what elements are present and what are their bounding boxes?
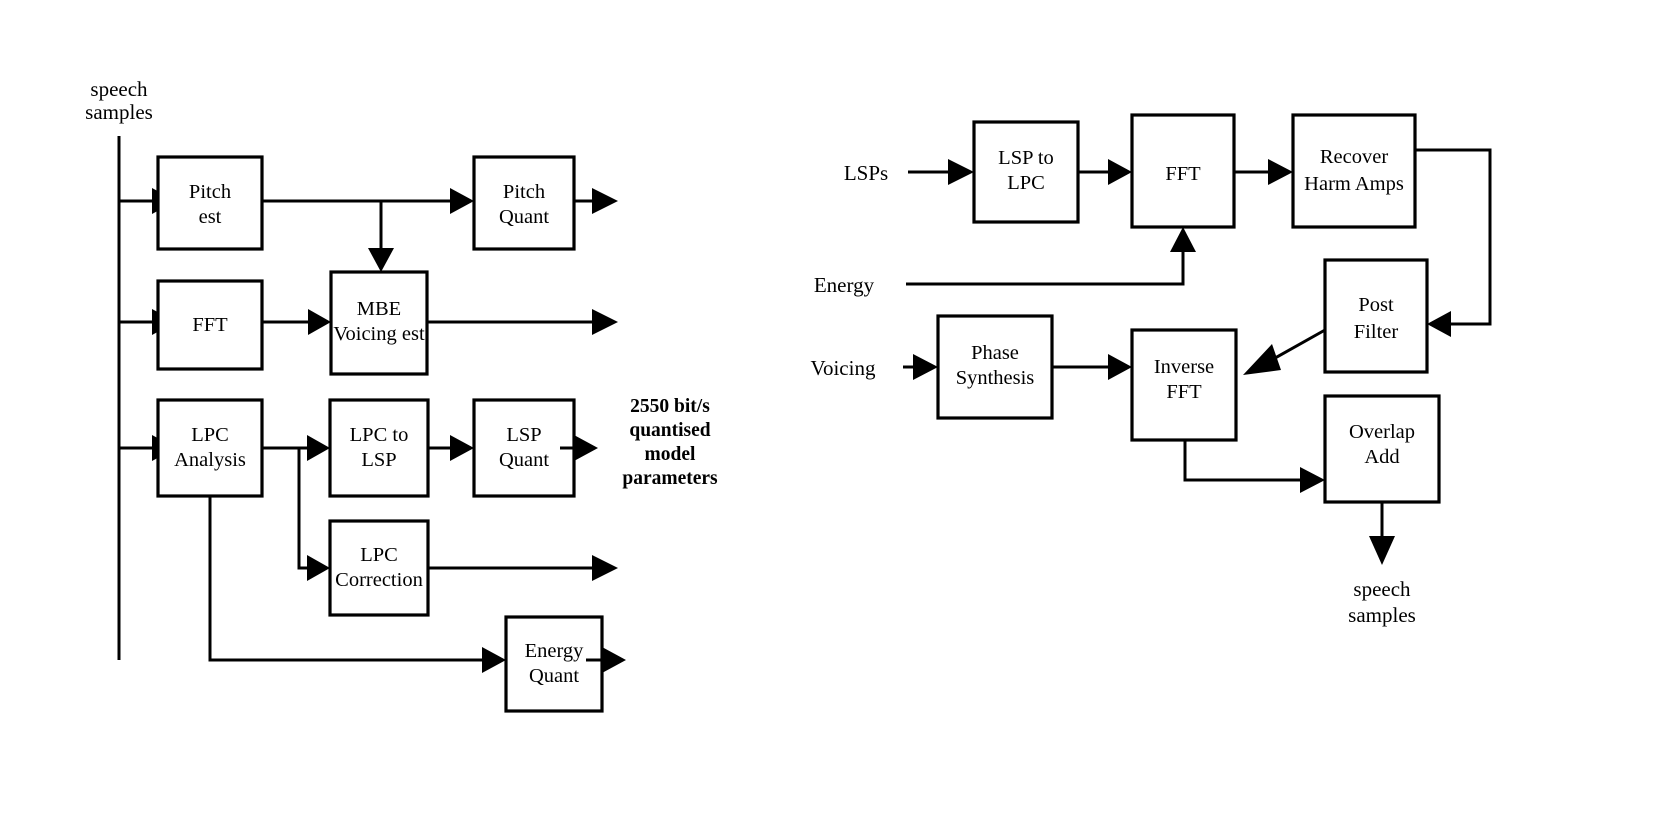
block-lpc-correction-rect (328, 519, 430, 617)
bitstream-output-label: 2550 bit/s quantised model parameters (622, 396, 718, 489)
block-lsp-to-lpc-line2: LPC (1007, 172, 1045, 194)
block-lsp-quant[interactable]: LSP Quant (472, 398, 576, 498)
block-mbe-line2: Voicing est (333, 323, 425, 345)
block-lpc-correction-line1: LPC (360, 544, 398, 566)
arrowhead-pitchest-pitchquant (450, 188, 474, 214)
arrowhead-lspquant-out (574, 435, 598, 461)
block-lsp-quant-line1: LSP (506, 424, 541, 446)
block-fft[interactable]: FFT (156, 279, 264, 371)
block-inverse-fft[interactable]: Inverse FFT (1130, 328, 1238, 442)
block-energy-quant-line1: Energy (525, 640, 585, 662)
lsps-input-label: LSPs (844, 161, 888, 185)
block-energy-quant-rect (504, 615, 604, 713)
speech-output-line1: speech (1353, 577, 1411, 601)
block-inverse-fft-line2: FFT (1166, 381, 1202, 403)
arrowhead-lpcanalysis-lpctolsp (307, 435, 330, 461)
arrowhead-lsps-lsptolpc (948, 159, 974, 185)
block-inverse-fft-line1: Inverse (1154, 356, 1214, 378)
arrowhead-postfilter-inversefft (1243, 344, 1281, 375)
block-recover-harm-amps[interactable]: Recover Harm Amps (1291, 113, 1417, 229)
block-overlap-add[interactable]: Overlap Add (1323, 394, 1441, 504)
diagram-canvas: speech samples Pitch est Pitch Quant FFT… (0, 0, 1667, 833)
block-recover-harm-amps-rect (1291, 113, 1417, 229)
block-recover-harm-line2: Harm Amps (1304, 173, 1404, 195)
block-fft-decoder-line1: FFT (1165, 163, 1201, 185)
block-post-filter-line1: Post (1358, 294, 1394, 316)
arrowhead-fft-recoverharm (1268, 159, 1293, 185)
block-fft-decoder[interactable]: FFT (1130, 113, 1236, 229)
block-lsp-quant-line2: Quant (499, 449, 549, 471)
encoder-diagram: speech samples Pitch est Pitch Quant FFT… (85, 77, 718, 713)
block-pitch-est-rect (156, 155, 264, 251)
arrowhead-pitchest-mbe (368, 248, 394, 272)
energy-input-label: Energy (814, 273, 875, 297)
arrowhead-fft-mbe (308, 309, 331, 335)
arrowhead-energyquant-out (602, 647, 626, 673)
block-mbe-voicing-est[interactable]: MBE Voicing est (329, 270, 429, 376)
block-overlap-add-line1: Overlap (1349, 421, 1415, 443)
block-pitch-quant-line1: Pitch (503, 181, 545, 203)
block-diagram-svg: speech samples Pitch est Pitch Quant FFT… (85, 77, 1492, 713)
block-post-filter-rect (1323, 258, 1429, 374)
block-pitch-est-line2: est (199, 206, 222, 228)
block-phase-synthesis-line2: Synthesis (956, 367, 1035, 389)
block-lsp-to-lpc[interactable]: LSP to LPC (972, 120, 1080, 224)
arrowhead-mbe-out (592, 309, 618, 335)
block-lpc-to-lsp[interactable]: LPC to LSP (328, 398, 430, 498)
speech-input-line1: speech (90, 77, 148, 101)
block-pitch-quant[interactable]: Pitch Quant (472, 155, 576, 251)
arrowhead-lpcanalysis-energyquant (482, 647, 506, 673)
block-energy-quant-line2: Quant (529, 665, 579, 687)
speech-output-label: speech samples (1348, 577, 1416, 627)
block-lpc-to-lsp-line1: LPC to (350, 424, 409, 446)
block-lpc-analysis[interactable]: LPC Analysis (156, 398, 264, 498)
block-phase-synthesis-line1: Phase (971, 342, 1019, 364)
block-post-filter-line2: Filter (1354, 321, 1399, 343)
block-energy-quant[interactable]: Energy Quant (504, 615, 604, 713)
bitstream-line3: model (645, 444, 696, 465)
arrowhead-recoverharm-postfilter (1427, 311, 1451, 337)
arrowhead-phasesynth-inversefft (1108, 354, 1132, 380)
arrowhead-lsptolpc-fft (1108, 159, 1132, 185)
block-lsp-to-lpc-line1: LSP to (998, 147, 1054, 169)
block-recover-harm-line1: Recover (1320, 146, 1388, 168)
decoder-diagram: LSPs LSP to LPC FFT Energy Recover Harm … (811, 113, 1492, 627)
arrowhead-overlapadd-speechout (1369, 536, 1395, 565)
wire-energy-fft (906, 252, 1185, 286)
block-lsp-quant-rect (472, 398, 576, 498)
wire-lpcanalysis-lpccorrection (297, 448, 307, 570)
block-lpc-correction-line2: Correction (335, 569, 423, 591)
arrowhead-lpcanalysis-lpccorrection (307, 555, 330, 581)
arrowhead-energy-fft (1170, 227, 1196, 252)
block-pitch-quant-line2: Quant (499, 206, 549, 228)
block-pitch-est[interactable]: Pitch est (156, 155, 264, 251)
speech-input-label: speech samples (85, 77, 153, 124)
block-lpc-analysis-line2: Analysis (174, 449, 246, 471)
block-phase-synthesis[interactable]: Phase Synthesis (936, 314, 1054, 420)
block-pitch-est-line1: Pitch (189, 181, 231, 203)
wire-inversefft-overlapadd (1183, 440, 1300, 482)
arrowhead-lpccorrection-out (592, 555, 618, 581)
arrowhead-inversefft-overlapadd (1300, 467, 1325, 493)
bitstream-line1: 2550 bit/s (630, 396, 710, 417)
arrowhead-lpctolsp-lspquant (450, 435, 474, 461)
block-lpc-to-lsp-rect (328, 398, 430, 498)
voicing-input-label: Voicing (811, 356, 876, 380)
speech-output-line2: samples (1348, 603, 1416, 627)
arrowhead-pitchquant-out (592, 188, 618, 214)
block-lpc-analysis-line1: LPC (191, 424, 229, 446)
bitstream-line2: quantised (629, 420, 710, 441)
block-post-filter[interactable]: Post Filter (1323, 258, 1429, 374)
block-lpc-correction[interactable]: LPC Correction (328, 519, 430, 617)
bitstream-line4: parameters (622, 468, 718, 489)
block-mbe-line1: MBE (357, 298, 401, 320)
speech-input-line2: samples (85, 100, 153, 124)
block-overlap-add-line2: Add (1364, 446, 1399, 468)
block-lpc-analysis-rect (156, 398, 264, 498)
block-pitch-quant-rect (472, 155, 576, 251)
block-lpc-to-lsp-line2: LSP (361, 449, 396, 471)
arrowhead-voicing-phasesynth (913, 354, 938, 380)
block-fft-line1: FFT (192, 314, 228, 336)
